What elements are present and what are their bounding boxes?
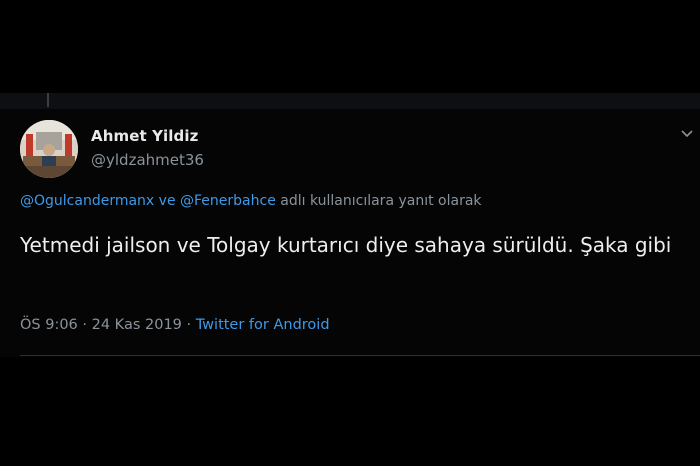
reply-connector: ve — [154, 193, 181, 209]
author-name[interactable]: Ahmet Yildiz — [91, 127, 198, 145]
tweet-source-link[interactable]: Twitter for Android — [196, 317, 330, 333]
mention-link[interactable]: @Ogulcandermanx — [20, 193, 154, 209]
thread-connector-line — [47, 93, 49, 107]
profile-photo-icon[interactable] — [20, 120, 78, 178]
reply-suffix: adlı kullanıcılara yanıt olarak — [275, 193, 482, 209]
tweet-date[interactable]: 24 Kas 2019 — [92, 317, 182, 333]
chevron-down-icon[interactable] — [680, 128, 694, 138]
tweet-meta: ÖS 9:06 · 24 Kas 2019 · Twitter for Andr… — [20, 317, 330, 333]
reply-context: @Ogulcandermanx ve @Fenerbahce adlı kull… — [20, 193, 482, 209]
screenshot-canvas: Ahmet Yildiz @yldzahmet36 @Ogulcanderman… — [0, 0, 700, 466]
tweet-text: Yetmedi jailson ve Tolgay kurtarıcı diye… — [20, 233, 672, 257]
meta-separator: · — [77, 317, 92, 333]
tweet-divider — [20, 355, 700, 356]
tweet-time[interactable]: ÖS 9:06 — [20, 317, 78, 333]
previous-tweet-edge — [0, 93, 700, 109]
meta-separator: · — [181, 317, 196, 333]
mention-link[interactable]: @Fenerbahce — [180, 193, 276, 209]
author-handle[interactable]: @yldzahmet36 — [91, 151, 204, 169]
